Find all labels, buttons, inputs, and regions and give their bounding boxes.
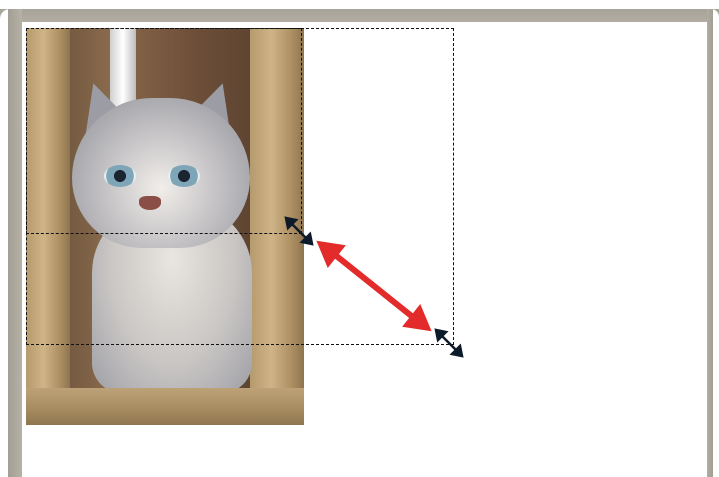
window-frame-left (0, 9, 22, 477)
double-headed-arrow-icon (316, 240, 432, 332)
diagonal-resize-cursor-icon[interactable] (432, 326, 466, 360)
window-frame-top (0, 0, 719, 22)
diagonal-resize-cursor-icon[interactable] (282, 214, 316, 248)
window-frame-right (707, 9, 719, 477)
photo-wooden-rail (26, 388, 304, 425)
